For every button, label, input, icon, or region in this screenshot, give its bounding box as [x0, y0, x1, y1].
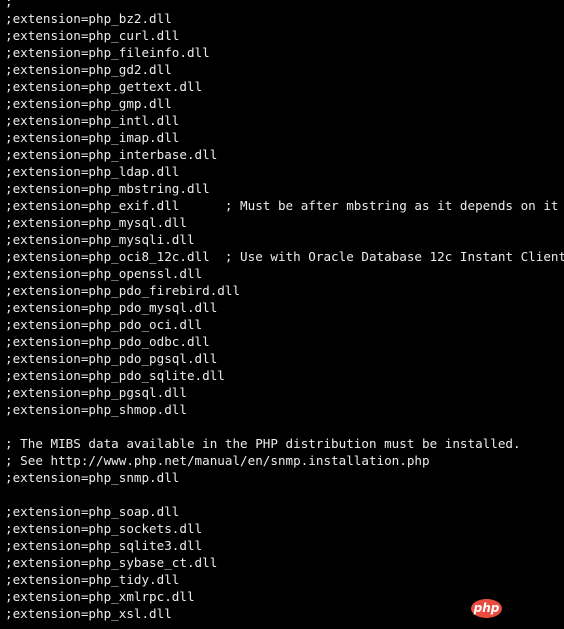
config-line: ; — [5, 0, 13, 9]
config-line: ;extension=php_ldap.dll — [5, 164, 180, 179]
config-line: ;extension=php_oci8_12c.dll ; Use with O… — [5, 249, 564, 264]
config-line: ;extension=php_snmp.dll — [5, 470, 180, 485]
config-line: ;extension=php_imap.dll — [5, 130, 180, 145]
config-line: ;extension=php_openssl.dll — [5, 266, 203, 281]
config-line: ;extension=php_sybase_ct.dll — [5, 555, 218, 570]
config-text: ; ;extension=php_bz2.dll ;extension=php_… — [5, 0, 564, 622]
config-line: ;extension=php_soap.dll — [5, 504, 180, 519]
config-line: ;extension=php_pgsql.dll — [5, 385, 187, 400]
config-line: ;extension=php_bz2.dll — [5, 11, 172, 26]
config-line: ;extension=php_curl.dll — [5, 28, 180, 43]
config-line: ;extension=php_gmp.dll — [5, 96, 172, 111]
config-line: ;extension=php_mysql.dll — [5, 215, 187, 230]
config-line: ;extension=php_pdo_sqlite.dll — [5, 368, 225, 383]
config-line: ;extension=php_gd2.dll — [5, 62, 172, 77]
config-line: ;extension=php_mbstring.dll — [5, 181, 210, 196]
config-line: ;extension=php_gettext.dll — [5, 79, 203, 94]
config-line: ;extension=php_tidy.dll — [5, 572, 180, 587]
comment-line: ; The MIBS data available in the PHP dis… — [5, 436, 521, 451]
config-line: ;extension=php_sqlite3.dll — [5, 538, 203, 553]
config-line: ;extension=php_exif.dll ; Must be after … — [5, 198, 559, 213]
php-watermark-logo: php — [471, 599, 502, 618]
blank-line — [5, 486, 564, 503]
config-line: ;extension=php_mysqli.dll — [5, 232, 195, 247]
comment-line: ; See http://www.php.net/manual/en/snmp.… — [5, 453, 430, 468]
config-line: ;extension=php_intl.dll — [5, 113, 180, 128]
config-line: ;extension=php_pdo_mysql.dll — [5, 300, 218, 315]
terminal-window: ; ;extension=php_bz2.dll ;extension=php_… — [0, 0, 564, 629]
config-line: ;extension=php_fileinfo.dll — [5, 45, 210, 60]
config-line: ;extension=php_sockets.dll — [5, 521, 203, 536]
config-line: ;extension=php_pdo_oci.dll — [5, 317, 203, 332]
config-line: ;extension=php_pdo_pgsql.dll — [5, 351, 218, 366]
config-line: ;extension=php_shmop.dll — [5, 402, 187, 417]
config-line: ;extension=php_pdo_odbc.dll — [5, 334, 210, 349]
config-line: ;extension=php_interbase.dll — [5, 147, 218, 162]
blank-line — [5, 418, 564, 435]
config-line: ;extension=php_pdo_firebird.dll — [5, 283, 241, 298]
